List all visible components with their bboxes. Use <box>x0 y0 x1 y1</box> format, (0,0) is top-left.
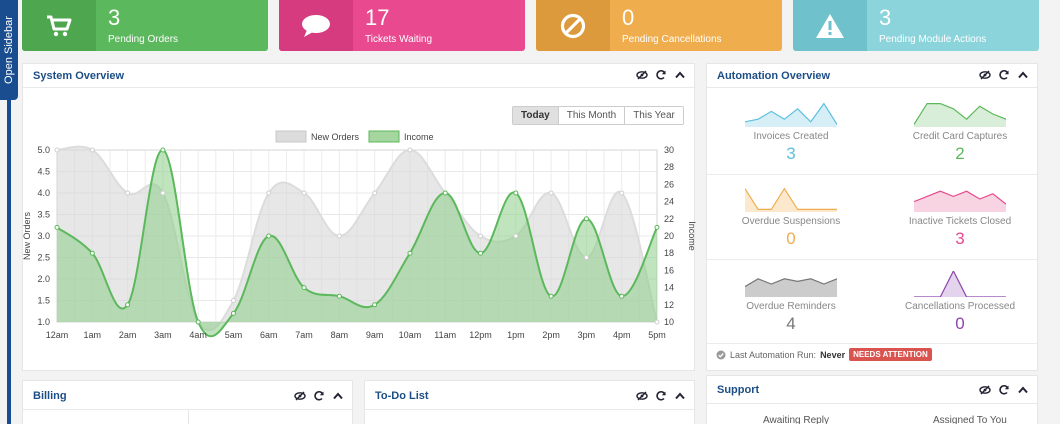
automation-item-value: 3 <box>786 144 796 163</box>
chevron-up-icon[interactable] <box>332 390 344 402</box>
range-this-year-button[interactable]: This Year <box>625 107 683 124</box>
chevron-up-icon[interactable] <box>674 390 686 402</box>
warning-icon <box>793 0 867 51</box>
refresh-icon[interactable] <box>998 384 1010 396</box>
last-run-value: Never <box>820 349 846 360</box>
pending-cancellations-tile[interactable]: 0 Pending Cancellations <box>536 0 782 51</box>
automation-item-label: Inactive Tickets Closed <box>908 216 1012 227</box>
support-header: Support <box>707 376 1037 404</box>
sparkline-chart <box>914 190 1006 212</box>
automation-item: Credit Card Captures 2 <box>875 97 1045 181</box>
chevron-up-icon[interactable] <box>674 69 686 81</box>
ban-icon <box>536 0 610 51</box>
pending-orders-tile[interactable]: 3 Pending Orders <box>22 0 268 51</box>
check-circle-icon <box>716 350 726 359</box>
sparkline-chart <box>745 278 837 297</box>
sparkline-chart <box>914 102 1006 127</box>
system-overview-title: System Overview <box>33 70 125 82</box>
sparkline-chart <box>914 271 1006 297</box>
automation-item: Invoices Created 3 <box>706 97 876 181</box>
sparkline-chart <box>745 102 837 127</box>
speech-bubble-icon <box>279 0 353 51</box>
billing-panel: Billing <box>22 380 353 424</box>
pending-cancellations-label: Pending Cancellations <box>622 34 722 45</box>
support-awaiting-reply-label: Awaiting Reply <box>763 415 829 424</box>
pending-cancellations-count: 0 <box>622 5 635 30</box>
chevron-up-icon[interactable] <box>1017 384 1029 396</box>
shopping-cart-icon <box>22 0 96 51</box>
todo-list-header: To-Do List <box>365 381 694 410</box>
refresh-icon[interactable] <box>655 69 667 81</box>
automation-item: Cancellations Processed 0 <box>875 267 1045 351</box>
support-assigned-label: Assigned To You <box>933 415 1007 424</box>
automation-item-value: 2 <box>955 144 965 163</box>
refresh-icon[interactable] <box>998 69 1010 81</box>
sidebar-edge <box>7 100 11 424</box>
open-sidebar-label: Open Sidebar <box>3 16 16 84</box>
automation-item-label: Overdue Reminders <box>746 301 836 312</box>
system-overview-header: System Overview <box>23 64 694 88</box>
tickets-waiting-tile[interactable]: 17 Tickets Waiting <box>279 0 525 51</box>
sparkline-area <box>745 188 837 212</box>
eye-slash-icon[interactable] <box>636 390 648 402</box>
pending-orders-label: Pending Orders <box>108 34 179 45</box>
chevron-up-icon[interactable] <box>1017 69 1029 81</box>
todo-list-panel: To-Do List <box>364 380 695 424</box>
refresh-icon[interactable] <box>655 390 667 402</box>
range-today-button[interactable]: Today <box>513 107 559 124</box>
automation-item-label: Cancellations Processed <box>904 301 1016 312</box>
billing-header: Billing <box>23 381 352 410</box>
automation-item-value: 4 <box>786 314 796 333</box>
open-sidebar-tab[interactable]: Open Sidebar <box>0 0 18 100</box>
billing-divider <box>188 410 189 424</box>
automation-item-label: Invoices Created <box>753 131 829 142</box>
refresh-icon[interactable] <box>313 390 325 402</box>
last-automation-run: Last Automation Run: Never NEEDS ATTENTI… <box>716 348 932 361</box>
pending-module-actions-tile[interactable]: 3 Pending Module Actions <box>793 0 1039 51</box>
eye-slash-icon[interactable] <box>979 384 991 396</box>
tickets-waiting-count: 17 <box>365 5 390 30</box>
automation-item-label: Credit Card Captures <box>912 131 1008 142</box>
pending-orders-count: 3 <box>108 5 121 30</box>
automation-item-value: 0 <box>786 229 796 248</box>
automation-item: Overdue Reminders 4 <box>706 267 876 351</box>
needs-attention-badge: NEEDS ATTENTION <box>849 348 932 361</box>
todo-list-title: To-Do List <box>375 390 429 402</box>
automation-overview-title: Automation Overview <box>717 70 831 82</box>
automation-item-value: 0 <box>955 314 965 333</box>
tickets-waiting-label: Tickets Waiting <box>365 34 433 45</box>
sparkline-area <box>914 103 1006 127</box>
automation-item: Overdue Suspensions 0 <box>706 182 876 266</box>
eye-slash-icon[interactable] <box>979 69 991 81</box>
eye-slash-icon[interactable] <box>294 390 306 402</box>
eye-slash-icon[interactable] <box>636 69 648 81</box>
range-this-month-button[interactable]: This Month <box>558 107 626 124</box>
automation-item-value: 3 <box>955 229 965 248</box>
support-title: Support <box>717 384 760 396</box>
pending-module-actions-count: 3 <box>879 5 892 30</box>
date-range-toggle: Today This Month This Year <box>512 106 684 125</box>
billing-title: Billing <box>33 390 67 402</box>
support-panel: Support Awaiting Reply Assigned To You <box>706 375 1038 424</box>
automation-item-label: Overdue Suspensions <box>741 216 841 227</box>
automation-overview-header: Automation Overview <box>707 64 1037 88</box>
last-run-label: Last Automation Run: <box>730 349 817 360</box>
sparkline-area <box>745 103 837 127</box>
sparkline-area <box>745 278 837 297</box>
automation-item: Inactive Tickets Closed 3 <box>875 182 1045 266</box>
sparkline-chart <box>745 187 837 212</box>
pending-module-actions-label: Pending Module Actions <box>879 34 987 45</box>
